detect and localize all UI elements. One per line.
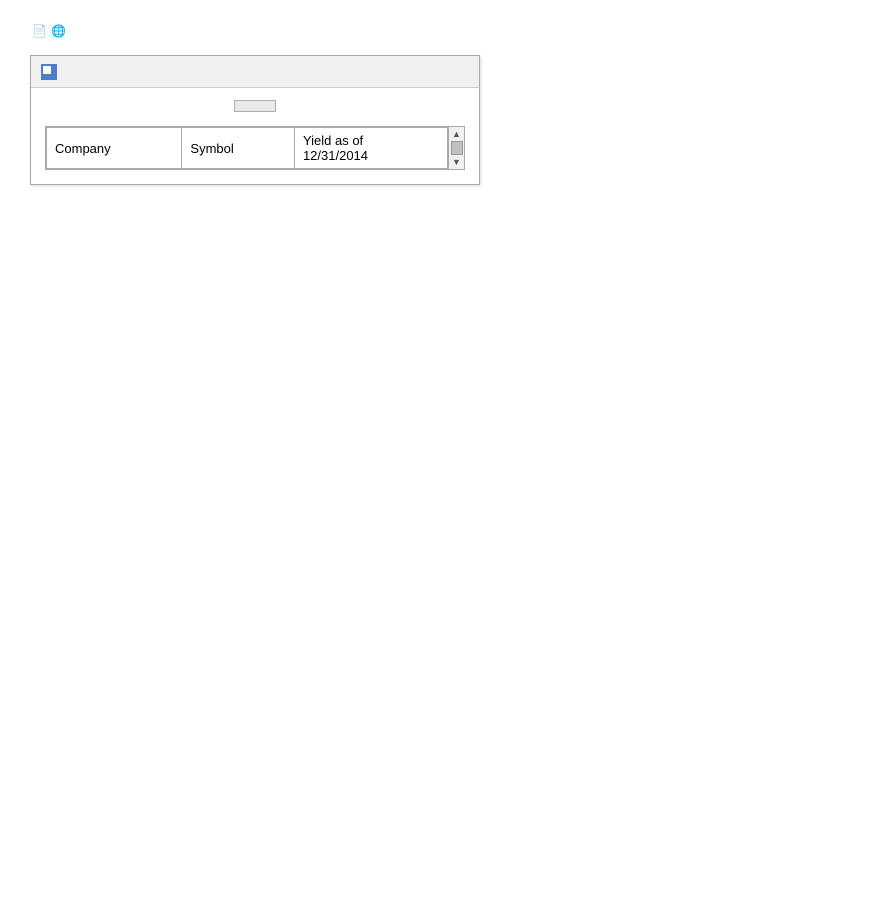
scroll-down-arrow[interactable]: ▼ [452, 157, 461, 167]
scrollbar[interactable]: ▲ ▼ [448, 127, 464, 169]
col-header-company: Company [47, 128, 182, 169]
window-title-left [41, 64, 63, 80]
col-header-yield: Yield as of12/31/2014 [294, 128, 447, 169]
intro-paragraph: 📄🌐 [30, 20, 839, 41]
intro-icon-file: 📄 [32, 24, 47, 38]
dow-window: Company Symbol Yield as of12/31/2014 ▲ ▼ [30, 55, 480, 185]
stock-table: Company Symbol Yield as of12/31/2014 [46, 127, 448, 169]
window-body: Company Symbol Yield as of12/31/2014 ▲ ▼ [31, 88, 479, 184]
determine-dogs-button[interactable] [234, 100, 276, 112]
window-titlebar [31, 56, 479, 88]
intro-icon-external: 🌐 [51, 24, 66, 38]
scroll-up-arrow[interactable]: ▲ [452, 129, 461, 139]
col-header-symbol: Symbol [182, 128, 295, 169]
scroll-thumb[interactable] [451, 141, 463, 155]
stock-table-wrapper: Company Symbol Yield as of12/31/2014 ▲ ▼ [45, 126, 465, 170]
table-header-row: Company Symbol Yield as of12/31/2014 [47, 128, 448, 169]
window-app-icon [41, 64, 57, 80]
